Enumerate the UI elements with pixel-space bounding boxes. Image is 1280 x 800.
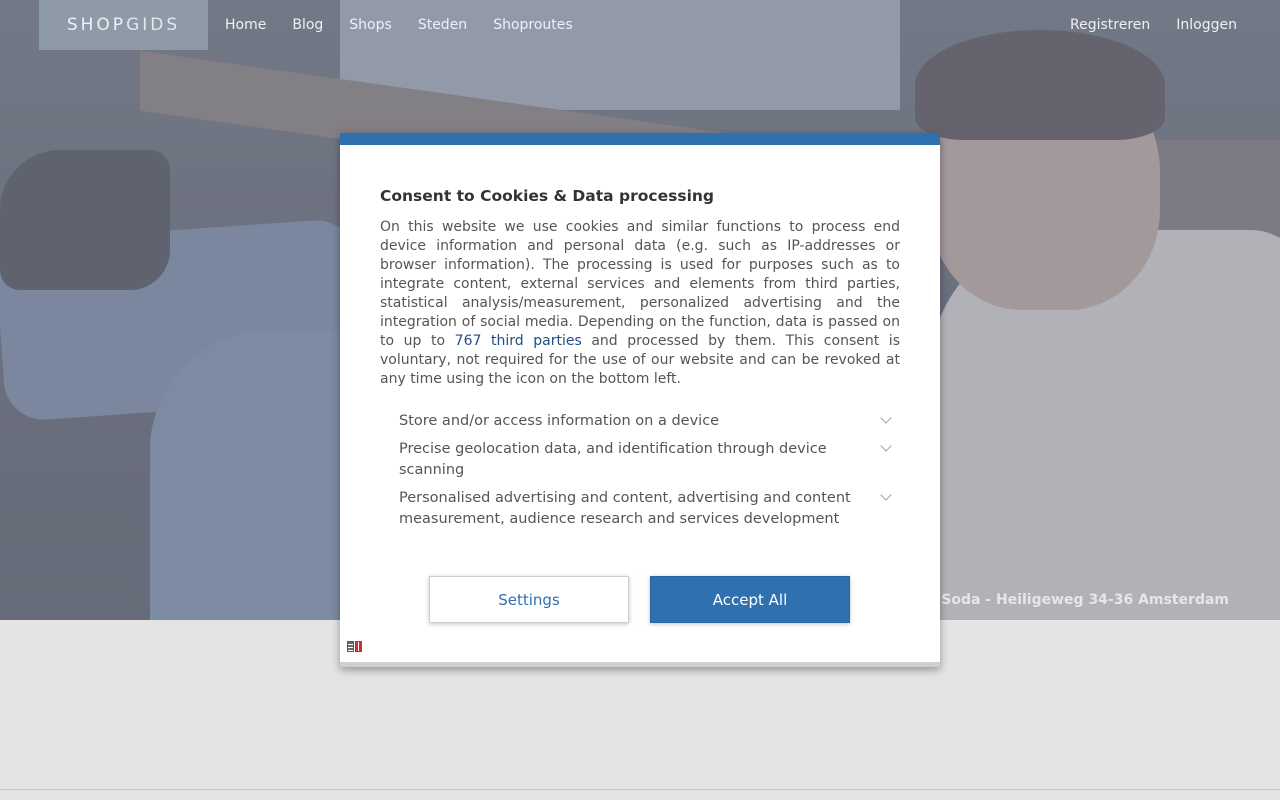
consent-body: On this website we use cookies and simil… — [380, 218, 900, 389]
nav-link-blog[interactable]: Blog — [292, 17, 323, 33]
page-divider — [0, 789, 1280, 790]
nav-link-shoproutes[interactable]: Shoproutes — [493, 17, 573, 33]
chevron-down-icon[interactable] — [880, 440, 892, 452]
chevron-down-icon[interactable] — [880, 489, 892, 501]
nav-link-steden[interactable]: Steden — [418, 17, 467, 33]
register-link[interactable]: Registreren — [1070, 17, 1150, 33]
nav-link-home[interactable]: Home — [225, 17, 266, 33]
main-nav: Home Blog Shops Steden Shoproutes — [225, 17, 573, 33]
accept-all-button[interactable]: Accept All — [650, 576, 850, 623]
consent-body-text: On this website we use cookies and simil… — [380, 219, 900, 349]
purpose-item-advertising[interactable]: Personalised advertising and content, ad… — [399, 488, 899, 530]
cookie-consent-dialog: Consent to Cookies & Data processing On … — [340, 133, 940, 667]
hero-caption: Soda - Heiligeweg 34-36 Amsterdam — [941, 592, 1229, 608]
purpose-label: Personalised advertising and content, ad… — [399, 490, 851, 527]
purpose-item-storage[interactable]: Store and/or access information on a dev… — [399, 411, 899, 432]
account-nav: Registreren Inloggen — [1070, 17, 1237, 33]
consent-title: Consent to Cookies & Data processing — [380, 187, 715, 205]
third-parties-link[interactable]: 767 third parties — [455, 333, 582, 349]
chevron-down-icon[interactable] — [880, 412, 892, 424]
purpose-label: Store and/or access information on a dev… — [399, 413, 720, 429]
logo-text-light: GIDS — [126, 15, 181, 35]
logo-text-bold: SHOP — [66, 15, 127, 35]
dialog-footer-bar — [340, 662, 940, 667]
login-link[interactable]: Inloggen — [1176, 17, 1237, 33]
language-flag-icon[interactable] — [347, 641, 363, 652]
purpose-item-geolocation[interactable]: Precise geolocation data, and identifica… — [399, 439, 899, 481]
nav-link-shops[interactable]: Shops — [349, 17, 392, 33]
purpose-label: Precise geolocation data, and identifica… — [399, 441, 827, 478]
purpose-list: Store and/or access information on a dev… — [399, 411, 899, 537]
settings-button[interactable]: Settings — [429, 576, 629, 623]
site-logo[interactable]: SHOP GIDS — [39, 0, 208, 50]
